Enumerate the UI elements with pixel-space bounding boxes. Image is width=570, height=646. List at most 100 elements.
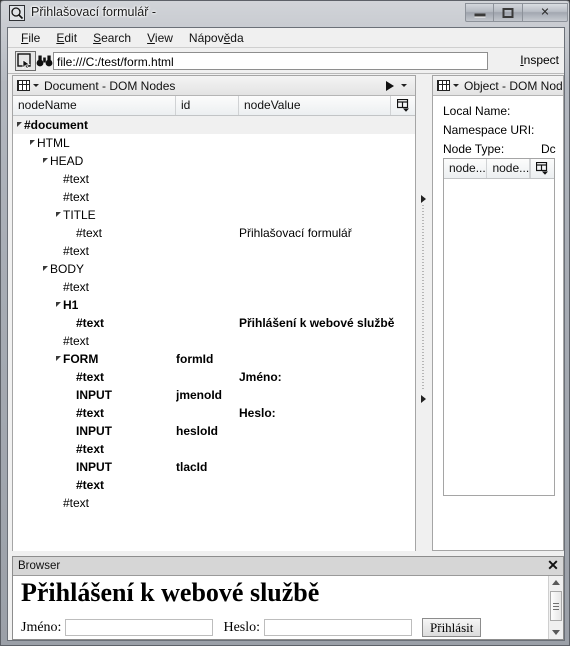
- expand-collapse-icon[interactable]: [30, 140, 35, 146]
- tree-row-nodename: #document: [13, 116, 176, 134]
- expand-collapse-icon[interactable]: [17, 122, 22, 128]
- tree-row-nodevalue: [239, 188, 415, 206]
- scroll-down-icon[interactable]: [549, 626, 563, 639]
- tree-row-nodevalue: [239, 476, 415, 494]
- tree-row-nodename-text: HTML: [37, 136, 70, 150]
- property-local-name-label: Local Name:: [443, 104, 511, 118]
- tree-row[interactable]: #text: [13, 242, 415, 260]
- tree-row-nodename-text: #text: [76, 442, 105, 456]
- window-controls: ✕: [465, 3, 568, 22]
- browser-panel-header: Browser ✕: [13, 557, 563, 576]
- tree-row[interactable]: INPUT tlacId: [13, 458, 415, 476]
- tree-row[interactable]: #text: [13, 332, 415, 350]
- tree-row-nodename-text: HEAD: [50, 154, 84, 168]
- tree-row-nodename-text: H1: [63, 298, 79, 312]
- attr-column-chooser-icon[interactable]: [529, 159, 554, 178]
- scrollbar-thumb[interactable]: [550, 591, 562, 621]
- browser-vertical-scrollbar[interactable]: [548, 576, 563, 639]
- password-input[interactable]: [264, 619, 413, 636]
- tree-row[interactable]: INPUT jmenoId: [13, 386, 415, 404]
- expand-collapse-icon[interactable]: [43, 266, 48, 272]
- tree-row-nodename-text: INPUT: [76, 460, 112, 474]
- tree-row-nodename: #text: [13, 404, 176, 422]
- tree-row[interactable]: #text: [13, 170, 415, 188]
- tree-row-nodevalue: [239, 260, 415, 278]
- scroll-up-icon[interactable]: [549, 576, 563, 589]
- collapse-right-arrow-icon[interactable]: [421, 395, 426, 403]
- splitter-grip[interactable]: [422, 205, 424, 391]
- expand-collapse-icon[interactable]: [56, 302, 61, 308]
- attributes-grid[interactable]: node... node...: [443, 158, 555, 496]
- tree-row-id: [176, 188, 239, 206]
- browser-viewport: Přihlášení k webové službě Jméno: Heslo:…: [13, 576, 563, 639]
- tree-row[interactable]: INPUT hesloId: [13, 422, 415, 440]
- page-heading: Přihlášení k webové službě: [21, 578, 320, 607]
- column-header-nodevalue[interactable]: nodeValue: [239, 96, 390, 115]
- tree-row-nodename: #text: [13, 332, 176, 350]
- menu-file[interactable]: File: [13, 29, 48, 47]
- tree-row-nodename-text: INPUT: [76, 424, 112, 438]
- tree-row[interactable]: H1: [13, 296, 415, 314]
- inspect-button[interactable]: Inspect: [520, 53, 559, 67]
- tree-row-nodename: #text: [13, 314, 176, 332]
- play-icon[interactable]: [386, 80, 394, 91]
- column-chooser-icon[interactable]: [390, 96, 415, 115]
- dom-tree[interactable]: #document HTML HEAD #text #text TITLE #text Při…: [13, 116, 415, 551]
- menu-edit[interactable]: Edit: [48, 29, 85, 47]
- title-bar[interactable]: Přihlašovací formulář - ✕: [1, 1, 570, 27]
- browser-close-icon[interactable]: ✕: [545, 558, 561, 574]
- tree-row-nodename: INPUT: [13, 458, 176, 476]
- expand-collapse-icon[interactable]: [43, 158, 48, 164]
- dom-panel-header[interactable]: Document - DOM Nodes: [13, 76, 415, 96]
- tree-row-nodevalue: [239, 440, 415, 458]
- tree-row[interactable]: HEAD: [13, 152, 415, 170]
- column-header-id[interactable]: id: [176, 96, 239, 115]
- chevron-down-icon[interactable]: [33, 84, 39, 87]
- tree-row[interactable]: #text Přihlášení k webové službě: [13, 314, 415, 332]
- name-input[interactable]: [65, 619, 214, 636]
- panels-container: Document - DOM Nodes nodeName id nodeVal…: [8, 75, 564, 553]
- address-input[interactable]: file:///C:/test/form.html: [53, 52, 488, 70]
- menu-napoveda[interactable]: Nápověda: [181, 29, 252, 47]
- maximize-button[interactable]: [494, 3, 523, 22]
- close-button[interactable]: ✕: [523, 3, 568, 22]
- tree-row[interactable]: #text: [13, 188, 415, 206]
- tree-row-id: [176, 332, 239, 350]
- tree-row[interactable]: #text: [13, 494, 415, 512]
- minimize-button[interactable]: [465, 3, 494, 22]
- binoculars-icon[interactable]: [34, 51, 55, 71]
- application-window: Přihlašovací formulář - ✕ File Edit Sear…: [0, 0, 570, 646]
- tree-row[interactable]: #text Heslo:: [13, 404, 415, 422]
- panel-menu-chevron-icon[interactable]: [401, 84, 407, 87]
- tree-row-nodevalue: [239, 116, 415, 134]
- tree-row[interactable]: #document: [13, 116, 415, 134]
- tree-row-id: [176, 224, 239, 242]
- collapse-left-arrow-icon[interactable]: [421, 195, 426, 203]
- submit-button[interactable]: Přihlásit: [422, 618, 482, 637]
- tree-row[interactable]: #text: [13, 476, 415, 494]
- grid-view-icon: [17, 80, 30, 91]
- tree-row[interactable]: TITLE: [13, 206, 415, 224]
- tree-row[interactable]: #text: [13, 440, 415, 458]
- column-header-nodename[interactable]: nodeName: [13, 96, 176, 115]
- expand-collapse-icon[interactable]: [56, 212, 61, 218]
- attr-column-header-1[interactable]: node...: [444, 159, 488, 178]
- attr-column-header-2[interactable]: node...: [487, 159, 530, 178]
- menu-search[interactable]: Search: [85, 29, 139, 47]
- tree-row[interactable]: #text Jméno:: [13, 368, 415, 386]
- tree-row-nodename-text: #text: [63, 496, 90, 510]
- object-panel-header[interactable]: Object - DOM Nod: [433, 76, 563, 96]
- menu-view[interactable]: View: [139, 29, 181, 47]
- tree-row-nodename-text: #text: [63, 334, 90, 348]
- tree-row[interactable]: FORM formId: [13, 350, 415, 368]
- chevron-down-icon[interactable]: [453, 84, 459, 87]
- tree-row[interactable]: #text Přihlašovací formulář: [13, 224, 415, 242]
- panel-splitter[interactable]: [418, 75, 429, 551]
- expand-collapse-icon[interactable]: [56, 356, 61, 362]
- object-panel: Object - DOM Nod Local Name: Namespace U…: [432, 75, 564, 551]
- tree-row[interactable]: HTML: [13, 134, 415, 152]
- tree-row[interactable]: BODY: [13, 260, 415, 278]
- browser-panel: Browser ✕ Přihlášení k webové službě Jmé…: [12, 556, 564, 640]
- tree-row[interactable]: #text: [13, 278, 415, 296]
- inspect-cursor-icon[interactable]: [15, 51, 36, 71]
